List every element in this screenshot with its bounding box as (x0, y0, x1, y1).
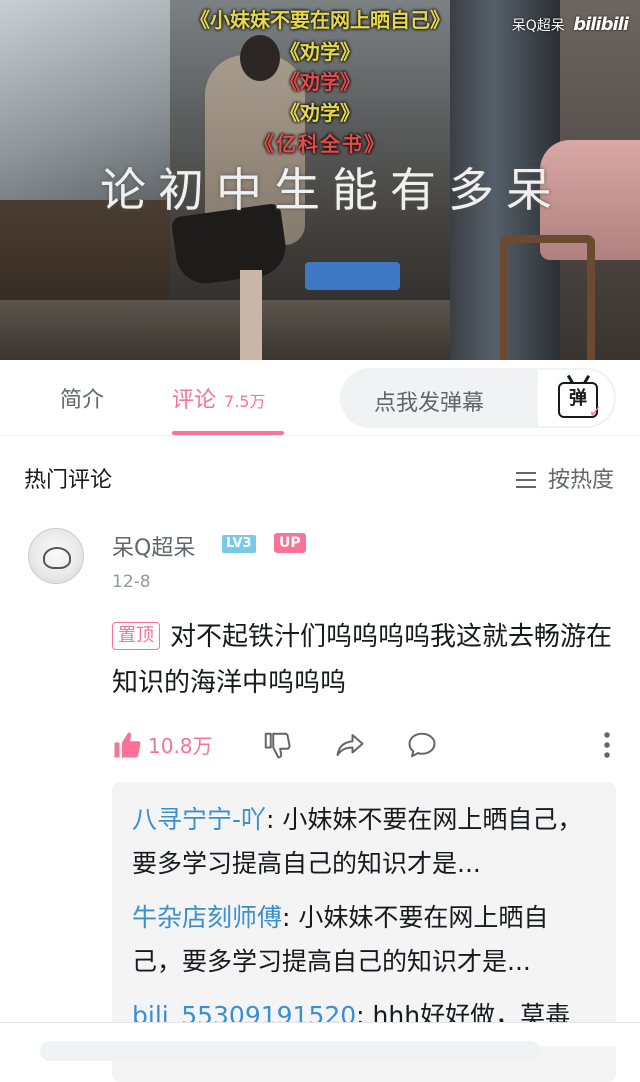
video-big-caption: 论初中生能有多呆 (100, 163, 564, 217)
like-count: 10.8万 (148, 734, 213, 758)
comment-input[interactable] (40, 1041, 540, 1061)
sort-list-icon (515, 472, 536, 488)
check-icon: ✓ (588, 402, 602, 421)
thumbs-down-icon[interactable] (262, 730, 292, 760)
tab-comments-count: 7.5万 (224, 392, 266, 411)
danmaku-toggle-button[interactable]: 弹 ✓ (536, 368, 616, 428)
more-vertical-icon[interactable] (602, 730, 612, 760)
video-person-leg (240, 270, 262, 360)
danmaku-icon-text: 弹 (569, 388, 587, 409)
pinned-badge: 置顶 (112, 622, 160, 650)
avatar-face-icon (43, 547, 71, 569)
tab-comments-label: 评论 (172, 388, 217, 413)
video-overlay-line: 《劝学》 (280, 70, 360, 94)
bottom-comment-bar (0, 1022, 640, 1061)
share-icon[interactable] (334, 730, 366, 760)
bilibili-logo: bilibili (573, 14, 629, 35)
video-watermark: 呆Q超呆 bilibili (511, 14, 629, 35)
reply-item[interactable]: 八寻宁宁-吖: 小妹妹不要在网上晒自己，要多学习提高自己的知识才是... (132, 798, 596, 886)
section-title: 热门评论 (24, 468, 113, 493)
up-badge: UP (274, 533, 306, 553)
reply-username[interactable]: 牛杂店刻师傅 (132, 903, 282, 932)
danmaku-tv-icon: 弹 ✓ (558, 382, 602, 420)
reply-bubble-icon[interactable] (406, 730, 438, 760)
tab-comments[interactable]: 评论 7.5万 (172, 382, 265, 414)
video-chair-scene (500, 235, 595, 360)
comment-date: 12-8 (112, 572, 151, 592)
danmaku-placeholder: 点我发弹幕 (374, 391, 485, 416)
danmaku-input[interactable]: 点我发弹幕 弹 ✓ (340, 368, 616, 428)
video-overlay-line: 《亿科全书》 (254, 132, 386, 156)
tab-bar: 简介 评论 7.5万 点我发弹幕 弹 ✓ (0, 360, 640, 436)
video-overlay-line: 《劝学》 (280, 40, 360, 64)
reply-username[interactable]: 八寻宁宁-吖 (132, 805, 266, 834)
comment-text: 对不起铁汁们呜呜呜呜我这就去畅游在知识的海洋中呜呜呜 (112, 622, 613, 698)
tab-intro[interactable]: 简介 (60, 382, 104, 414)
comment-actions: 10.8万 (112, 726, 612, 766)
sort-button[interactable]: 按热度 (515, 462, 614, 494)
avatar[interactable] (28, 528, 84, 584)
comment-username[interactable]: 呆Q超呆 (112, 530, 195, 562)
comment-body: 置顶 对不起铁汁们呜呜呜呜我这就去畅游在知识的海洋中呜呜呜 (112, 614, 612, 706)
tab-active-indicator (172, 431, 284, 435)
watermark-user: 呆Q超呆 (511, 18, 565, 34)
reply-item[interactable]: 牛杂店刻师傅: 小妹妹不要在网上晒自己，要多学习提高自己的知识才是... (132, 896, 596, 984)
video-blue-seat-scene (305, 262, 400, 290)
video-overlay-line: 《劝学》 (280, 101, 360, 125)
level-badge: LV3 (222, 535, 256, 553)
thumbs-up-icon[interactable] (112, 730, 142, 760)
sort-label: 按热度 (547, 468, 614, 493)
video-player[interactable]: 《小妹妹不要在网上晒自己》 《劝学》 《劝学》 《劝学》 《亿科全书》 论初中生… (0, 0, 640, 360)
hot-comments-header: 热门评论 按热度 (0, 436, 640, 516)
